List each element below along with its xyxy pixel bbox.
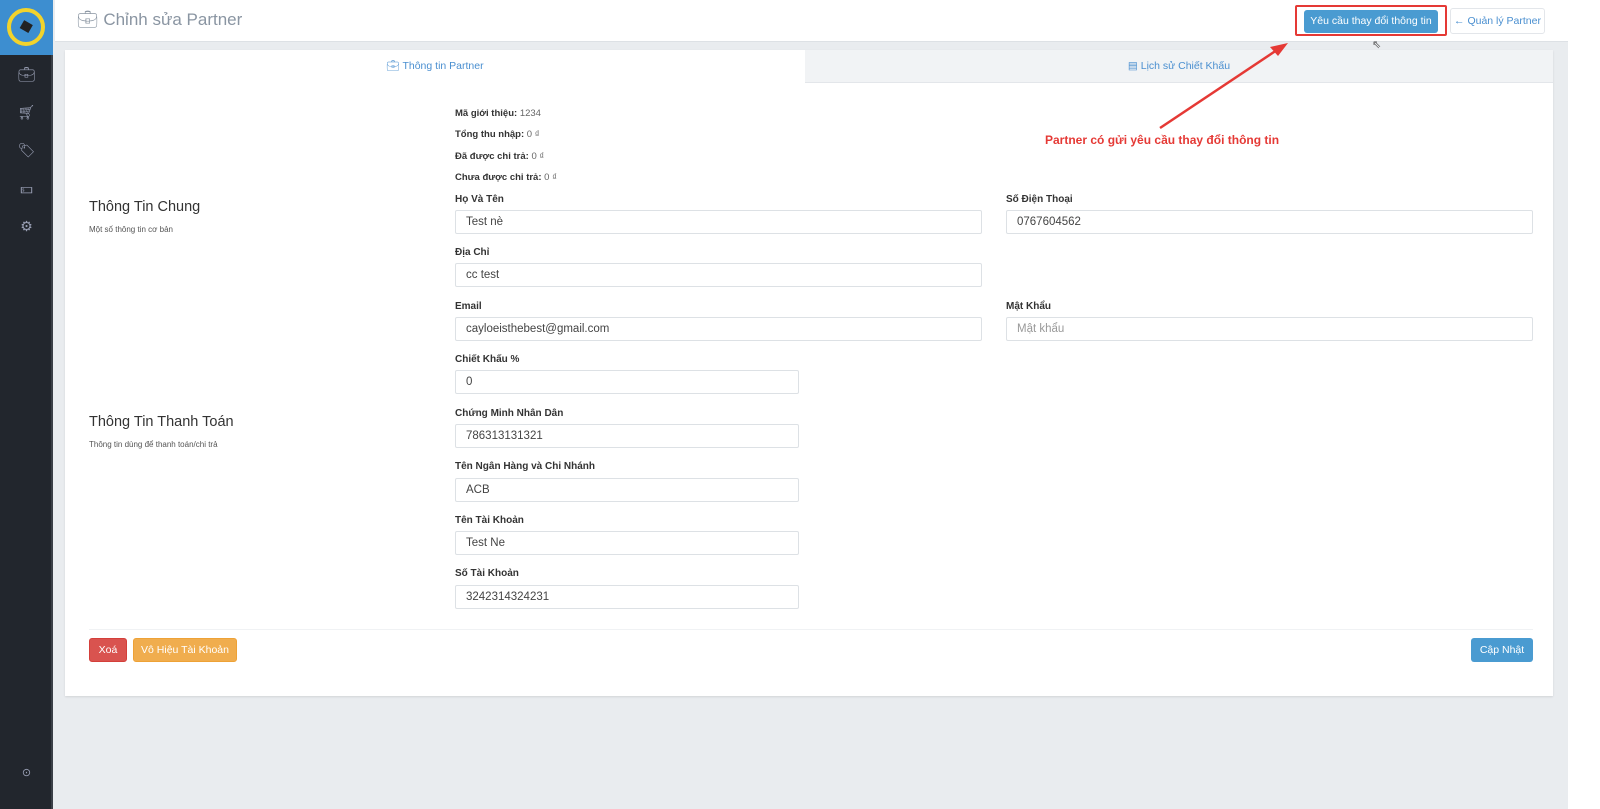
discount-label: Chiết Khấu % <box>455 354 520 365</box>
name-input[interactable]: Test nè <box>455 210 982 234</box>
value: 1234 <box>519 108 541 119</box>
partner-card: 💼︎ Thông tin Partner ▤ Lịch sử Chiết Khấ… <box>65 50 1553 696</box>
label: Chưa được chi trả: <box>455 172 542 183</box>
paid-amount: Đã được chi trả: 0 ₫ <box>455 151 544 162</box>
referral-code: Mã giới thiệu: 1234 <box>455 108 541 119</box>
bank-label: Tên Ngân Hàng và Chi Nhánh <box>455 461 596 472</box>
page-title: 💼︎ Chỉnh sửa Partner <box>77 10 242 30</box>
label: Tổng thu nhập: <box>455 129 525 140</box>
phone-input[interactable]: 0767604562 <box>1006 210 1533 234</box>
address-input[interactable]: cc test <box>455 263 982 287</box>
back-to-partner-list-button[interactable]: ← Quản lý Partner <box>1450 8 1545 34</box>
account-name-label: Tên Tài Khoản <box>455 515 524 526</box>
label: Đã được chi trả: <box>455 151 529 162</box>
logo[interactable] <box>0 0 53 55</box>
unpaid-amount: Chưa được chi trả: 0 ₫ <box>455 172 557 183</box>
section-subtitle-payment: Thông tin dùng để thanh toán/chi trả <box>89 440 218 449</box>
money-icon[interactable]: 💵︎ <box>0 180 53 197</box>
account-number-label: Số Tài Khoản <box>455 568 519 579</box>
value: 0 ₫ <box>544 172 557 183</box>
phone-label: Số Điện Thoại <box>1006 194 1073 205</box>
password-input[interactable]: Mật khẩu <box>1006 317 1533 341</box>
mouse-cursor-icon: ⇖ <box>1372 39 1382 51</box>
tab-discount-history[interactable]: ▤ Lịch sử Chiết Khấu <box>805 50 1553 83</box>
briefcase-icon: 💼︎ <box>77 10 99 29</box>
id-card-input[interactable]: 786313131321 <box>455 424 799 448</box>
bank-input[interactable]: ACB <box>455 478 799 502</box>
delete-button[interactable]: Xoá <box>89 638 127 662</box>
arrow-left-icon: ← <box>1454 15 1465 27</box>
tab-partner-info[interactable]: 💼︎ Thông tin Partner <box>65 50 805 83</box>
briefcase-icon: 💼︎ <box>386 60 400 72</box>
page-margin <box>1568 0 1600 809</box>
account-name-input[interactable]: Test Ne <box>455 531 799 555</box>
section-subtitle-general: Một số thông tin cơ bản <box>89 225 173 234</box>
cogs-icon[interactable]: ⚙ <box>0 218 53 235</box>
divider <box>89 629 1533 630</box>
back-label: Quản lý Partner <box>1467 15 1541 27</box>
value: 0 ₫ <box>531 151 545 162</box>
logo-icon <box>7 8 45 46</box>
expand-sidebar-icon[interactable]: ⊙ <box>0 766 53 779</box>
table-icon: ▤ <box>1127 60 1138 72</box>
name-label: Họ Và Tên <box>455 194 504 205</box>
tab-label: Lịch sử Chiết Khấu <box>1140 60 1231 72</box>
id-card-label: Chứng Minh Nhân Dân <box>455 408 564 419</box>
email-label: Email <box>455 301 482 312</box>
request-change-button[interactable]: Yêu cầu thay đổi thông tin <box>1304 10 1438 33</box>
total-income: Tổng thu nhập: 0 ₫ <box>455 129 540 140</box>
annotation-text: Partner có gửi yêu cầu thay đổi thông ti… <box>1045 133 1280 147</box>
sidebar: 💼︎ 🛒︎ 🏷︎ 💵︎ ⚙ ⊙ <box>0 0 53 809</box>
header: 💼︎ Chỉnh sửa Partner Yêu cầu thay đổi th… <box>55 0 1568 42</box>
section-title-general: Thông Tin Chung <box>89 199 201 215</box>
address-label: Địa Chỉ <box>455 247 490 258</box>
label: Mã giới thiệu: <box>455 108 518 119</box>
password-label: Mật Khẩu <box>1006 301 1051 312</box>
tags-icon[interactable]: 🏷︎ <box>0 142 53 159</box>
page-title-text: Chỉnh sửa Partner <box>103 10 243 29</box>
discount-input[interactable]: 0 <box>455 370 799 394</box>
section-title-payment: Thông Tin Thanh Toán <box>89 414 234 430</box>
value: 0 ₫ <box>526 129 540 140</box>
account-number-input[interactable]: 3242314324231 <box>455 585 799 609</box>
cart-icon[interactable]: 🛒︎ <box>0 104 53 121</box>
email-input[interactable]: cayloeisthebest@gmail.com <box>455 317 982 341</box>
disable-account-button[interactable]: Vô Hiệu Tài Khoản <box>133 638 237 662</box>
tab-label: Thông tin Partner <box>402 60 484 72</box>
briefcase-icon[interactable]: 💼︎ <box>0 66 53 83</box>
update-button[interactable]: Cập Nhật <box>1471 638 1533 662</box>
